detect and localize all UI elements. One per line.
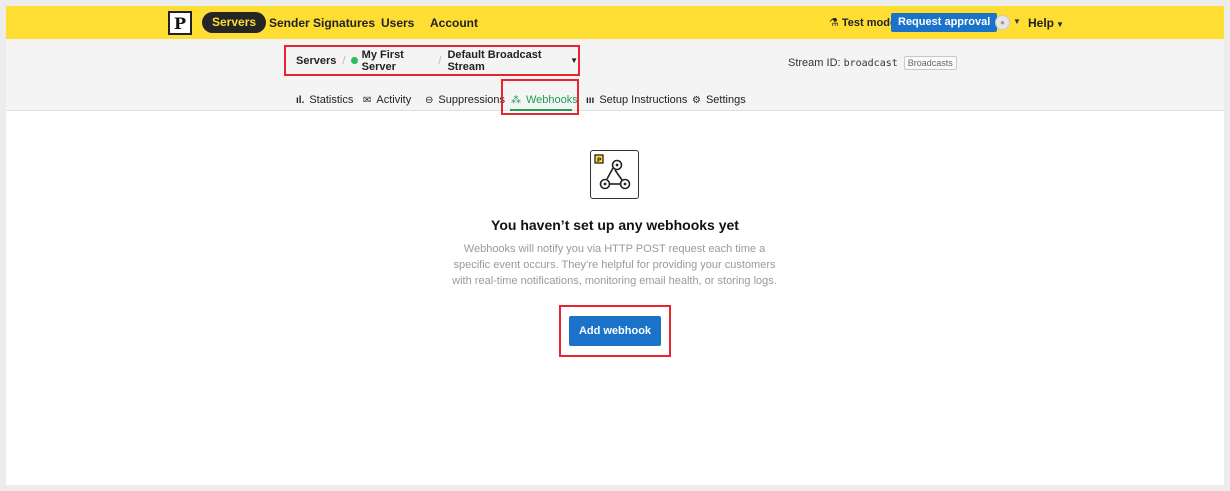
server-subheader: Servers / My First Server / Default Broa… [6, 39, 1224, 115]
nav-users[interactable]: Users [381, 16, 414, 30]
tab-label: Activity [376, 94, 412, 106]
bar-chart-icon: ıl. [296, 94, 305, 106]
stream-type-badge: Broadcasts [903, 56, 957, 70]
breadcrumb: Servers / My First Server / Default Broa… [284, 45, 580, 76]
chevron-down-icon[interactable]: ▼ [570, 56, 578, 65]
breadcrumb-separator: / [342, 54, 346, 67]
webhook-icon: ⁂ [511, 94, 521, 106]
nav-account[interactable]: Account [430, 16, 478, 30]
stream-id: Stream ID: broadcast Broadcasts [788, 56, 957, 70]
app-frame: P Servers Sender Signatures Users Accoun… [6, 6, 1224, 485]
breadcrumb-separator: / [438, 54, 442, 67]
tab-setup-instructions[interactable]: ııı Setup Instructions [586, 94, 687, 106]
active-tab-underline [510, 109, 572, 111]
test-mode-indicator[interactable]: ⚗ Test mode [829, 16, 896, 29]
tab-suppressions[interactable]: ⊖ Suppressions [425, 94, 505, 106]
webhook-graphic-icon: P [594, 154, 631, 190]
breadcrumb-servers[interactable]: Servers [296, 55, 336, 67]
tab-label: Setup Instructions [599, 94, 688, 106]
flask-icon: ⚗ [829, 17, 839, 29]
breadcrumb-server[interactable]: My First Server [362, 49, 433, 73]
breadcrumb-stream[interactable]: Default Broadcast Stream [447, 49, 567, 73]
empty-state-description: Webhooks will notify you via HTTP POST r… [452, 243, 777, 287]
help-menu[interactable]: Help ▼ [1028, 16, 1064, 30]
tab-statistics[interactable]: ıl. Statistics [296, 94, 353, 106]
webhook-illustration-icon: P [590, 150, 639, 199]
tab-settings[interactable]: ⚙ Settings [692, 94, 746, 106]
tab-label: Settings [705, 94, 746, 106]
envelope-icon: ✉ [363, 94, 372, 106]
top-bar: P Servers Sender Signatures Users Accoun… [6, 6, 1224, 39]
stream-id-value: broadcast [843, 57, 898, 69]
chevron-down-icon: ▼ [1056, 20, 1064, 29]
help-label: Help [1028, 16, 1055, 30]
tab-label: Suppressions [438, 94, 506, 106]
empty-state-title: You haven’t set up any webhooks yet [491, 217, 739, 233]
avatar-chevron-down-icon[interactable]: ▼ [1013, 17, 1021, 26]
tab-activity[interactable]: ✉ Activity [363, 94, 411, 106]
add-webhook-button[interactable]: Add webhook [569, 316, 661, 346]
server-status-dot [351, 57, 358, 64]
request-approval-button[interactable]: Request approval [891, 13, 998, 32]
tab-label: Statistics [309, 94, 354, 106]
avatar[interactable]: ● [995, 15, 1010, 30]
minus-circle-icon: ⊖ [425, 94, 434, 106]
book-icon: ııı [586, 94, 595, 106]
tab-webhooks[interactable]: ⁂ Webhooks [511, 94, 578, 106]
tab-label: Webhooks [526, 94, 578, 106]
postmark-logo[interactable]: P [168, 11, 192, 35]
nav-sender-signatures[interactable]: Sender Signatures [269, 16, 375, 30]
svg-text:P: P [597, 157, 602, 164]
gear-icon: ⚙ [692, 94, 701, 106]
test-mode-label: Test mode [841, 17, 897, 29]
stream-id-label: Stream ID: [788, 57, 841, 69]
nav-servers[interactable]: Servers [202, 12, 267, 33]
